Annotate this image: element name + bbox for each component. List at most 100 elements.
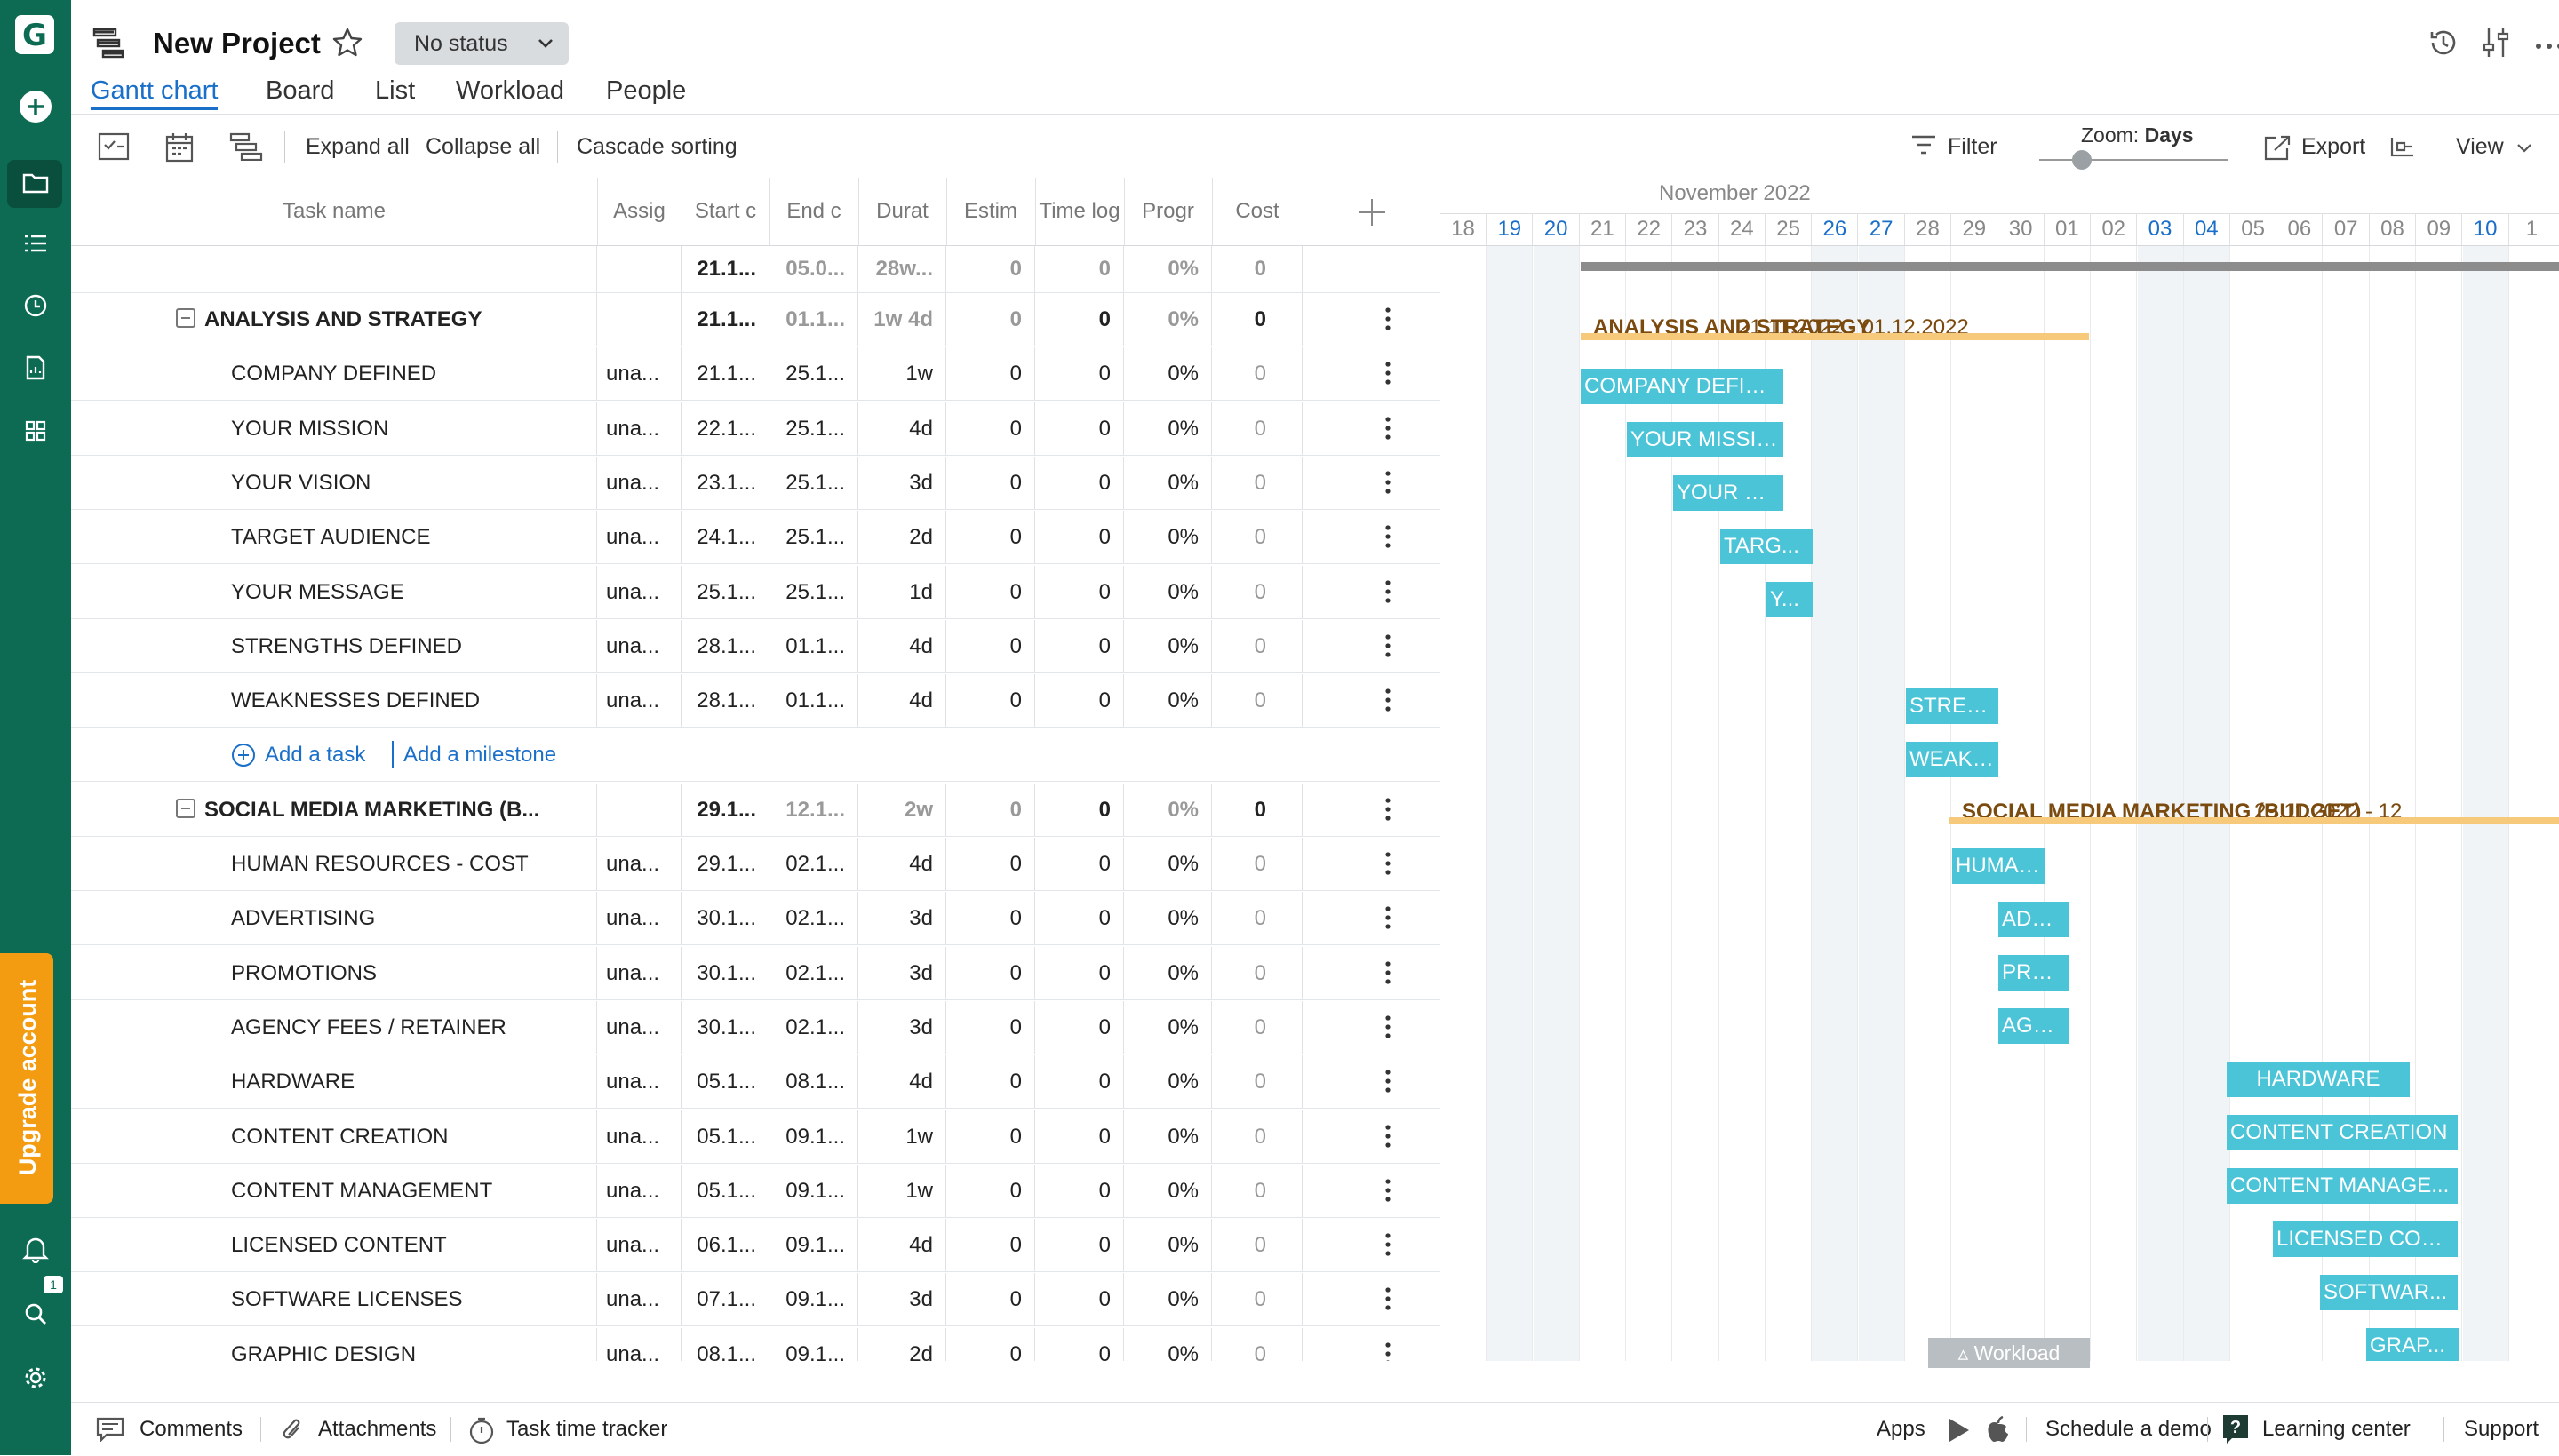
column-start-date[interactable]: Start c	[682, 178, 770, 245]
row-menu-icon[interactable]	[1384, 1341, 1391, 1361]
task-bar[interactable]: GRAP...	[2366, 1328, 2459, 1361]
project-title[interactable]: New Project	[153, 27, 321, 60]
task-name[interactable]: HARDWARE	[231, 1055, 355, 1108]
export-button[interactable]: Export	[2301, 115, 2365, 179]
calendar-icon[interactable]	[165, 132, 194, 167]
task-bar[interactable]: YOUR MISSION	[1627, 422, 1783, 457]
row-menu-icon[interactable]	[1384, 1123, 1391, 1150]
row-menu-icon[interactable]	[1384, 578, 1391, 605]
column-duration[interactable]: Durat	[858, 178, 947, 245]
learning-center-link[interactable]: Learning center	[2262, 1403, 2411, 1456]
task-bar[interactable]: ADVERTISI...	[1998, 902, 2069, 937]
group-row[interactable]: SOCIAL MEDIA MARKETING (B... 29.1... 12.1.…	[71, 783, 1440, 837]
support-link[interactable]: Support	[2464, 1403, 2539, 1456]
status-dropdown[interactable]: No status	[395, 22, 569, 65]
projects-folder-icon[interactable]	[0, 171, 71, 200]
column-assignee[interactable]: Assig	[597, 178, 682, 245]
search-icon[interactable]	[0, 1301, 71, 1331]
add-milestone-link[interactable]: Add a milestone	[403, 728, 556, 781]
clock-icon[interactable]	[0, 293, 71, 322]
task-bar[interactable]: Y...	[1766, 582, 1813, 617]
collapse-toggle-icon[interactable]	[176, 798, 195, 818]
task-bar[interactable]: CONTENT CREATION	[2227, 1115, 2458, 1150]
add-task-link[interactable]: Add a task	[265, 728, 365, 781]
view-menu-button[interactable]: View	[2456, 115, 2504, 179]
task-bar[interactable]: STRENGTHS D...	[1906, 688, 1998, 724]
row-menu-icon[interactable]	[1384, 1068, 1391, 1094]
row-menu-icon[interactable]	[1384, 904, 1391, 931]
row-menu-icon[interactable]	[1384, 523, 1391, 550]
task-row[interactable]: CONTENT MANAGEMENT una... 05.1... 09.1... 1w…	[71, 1164, 1440, 1218]
notifications-bell-icon[interactable]	[0, 1235, 71, 1268]
task-row[interactable]: WEAKNESSES DEFINED una... 28.1... 01.1... 4d…	[71, 674, 1440, 728]
row-menu-icon[interactable]	[1384, 1285, 1391, 1312]
column-progress[interactable]: Progr	[1124, 178, 1213, 245]
row-menu-icon[interactable]	[1384, 959, 1391, 986]
task-row[interactable]: COMPANY DEFINED una... 21.1... 25.1... 1w 0 0 0…	[71, 347, 1440, 402]
task-row[interactable]: AGENCY FEES / RETAINER una... 30.1... 02.1.…	[71, 1000, 1440, 1054]
list-icon[interactable]	[0, 233, 71, 259]
task-bar[interactable]: SOFTWAR...	[2320, 1275, 2458, 1310]
add-column-button[interactable]	[1303, 178, 1440, 245]
gantt-structure-icon[interactable]	[229, 132, 265, 165]
task-bar[interactable]: TARG...	[1720, 529, 1813, 564]
upgrade-account-button[interactable]: Upgrade account	[0, 953, 53, 1204]
task-row[interactable]: YOUR MESSAGE una... 25.1... 25.1... 1d 0 0 0% 0	[71, 565, 1440, 619]
row-menu-icon[interactable]	[1384, 850, 1391, 877]
task-name[interactable]: PROMOTIONS	[231, 947, 377, 999]
task-name[interactable]: YOUR VISION	[231, 457, 371, 509]
row-menu-icon[interactable]	[1384, 1177, 1391, 1204]
comments-button[interactable]: Comments	[140, 1403, 243, 1456]
report-icon[interactable]	[0, 355, 71, 385]
tab-gantt-chart[interactable]: Gantt chart	[91, 76, 219, 110]
task-row[interactable]: LICENSED CONTENT una... 06.1... 09.1... 4d 0 0…	[71, 1219, 1440, 1273]
row-menu-icon[interactable]	[1384, 796, 1391, 823]
group-row[interactable]: ANALYSIS AND STRATEGY 21.1... 01.1... 1w 4d…	[71, 293, 1440, 346]
task-name[interactable]: TARGET AUDIENCE	[231, 511, 430, 563]
row-menu-icon[interactable]	[1384, 415, 1391, 442]
task-row[interactable]: HUMAN RESOURCES - COST una... 29.1... 02.1.…	[71, 838, 1440, 891]
expand-all-button[interactable]: Expand all	[306, 115, 410, 179]
more-options-icon[interactable]	[2534, 39, 2559, 55]
apps-grid-icon[interactable]	[0, 419, 71, 447]
add-circle-icon[interactable]	[231, 743, 256, 768]
task-bar[interactable]: AGENCY F...	[1998, 1008, 2069, 1044]
workload-panel-toggle[interactable]: ▵ Workload	[1928, 1338, 2090, 1368]
task-name[interactable]: ADVERTISING	[231, 892, 375, 944]
add-icon[interactable]	[0, 89, 71, 129]
task-bar[interactable]: PROMOTI...	[1998, 955, 2069, 991]
task-row[interactable]: STRENGTHS DEFINED una... 28.1... 01.1... 4d 0…	[71, 619, 1440, 673]
apple-icon[interactable]	[1985, 1415, 2012, 1445]
row-menu-icon[interactable]	[1384, 1231, 1391, 1258]
task-bar[interactable]: HARDWARE	[2227, 1062, 2410, 1097]
tab-list[interactable]: List	[375, 76, 415, 106]
column-time-log[interactable]: Time log	[1035, 178, 1125, 245]
google-play-icon[interactable]	[1946, 1417, 1971, 1444]
row-menu-icon[interactable]	[1384, 633, 1391, 659]
group-summary-bar[interactable]	[1581, 333, 2089, 340]
schedule-demo-link[interactable]: Schedule a demo	[2045, 1403, 2212, 1456]
task-bar[interactable]: YOUR VISI...	[1673, 475, 1783, 511]
filter-button[interactable]: Filter	[1948, 115, 1997, 179]
column-cost[interactable]: Cost	[1212, 178, 1303, 245]
row-menu-icon[interactable]	[1384, 469, 1391, 496]
row-menu-icon[interactable]	[1384, 687, 1391, 713]
tab-workload[interactable]: Workload	[456, 76, 564, 106]
task-time-tracker-button[interactable]: Task time tracker	[506, 1403, 667, 1456]
collapse-toggle-icon[interactable]	[176, 308, 195, 328]
task-row[interactable]: PROMOTIONS una... 30.1... 02.1... 3d 0 0 0% 0	[71, 946, 1440, 1000]
task-row[interactable]: TARGET AUDIENCE una... 24.1... 25.1... 2d 0 0 0…	[71, 511, 1440, 565]
history-icon[interactable]	[2426, 25, 2461, 65]
favorite-star-icon[interactable]	[331, 27, 363, 63]
settings-gear-icon[interactable]	[0, 1365, 71, 1395]
task-row[interactable]: CONTENT CREATION una... 05.1... 09.1... 1w 0 0…	[71, 1110, 1440, 1164]
task-name[interactable]: STRENGTHS DEFINED	[231, 620, 462, 672]
project-summary-bar[interactable]	[1581, 262, 2559, 271]
task-name[interactable]: HUMAN RESOURCES - COST	[231, 838, 529, 890]
task-row[interactable]: YOUR VISION una... 23.1... 25.1... 3d 0 0 0% 0	[71, 456, 1440, 510]
task-name[interactable]: GRAPHIC DESIGN	[231, 1328, 416, 1361]
task-name[interactable]: YOUR MESSAGE	[231, 566, 404, 618]
collapse-all-button[interactable]: Collapse all	[426, 115, 540, 179]
row-menu-icon[interactable]	[1384, 360, 1391, 386]
settings-sliders-icon[interactable]	[2481, 25, 2511, 65]
